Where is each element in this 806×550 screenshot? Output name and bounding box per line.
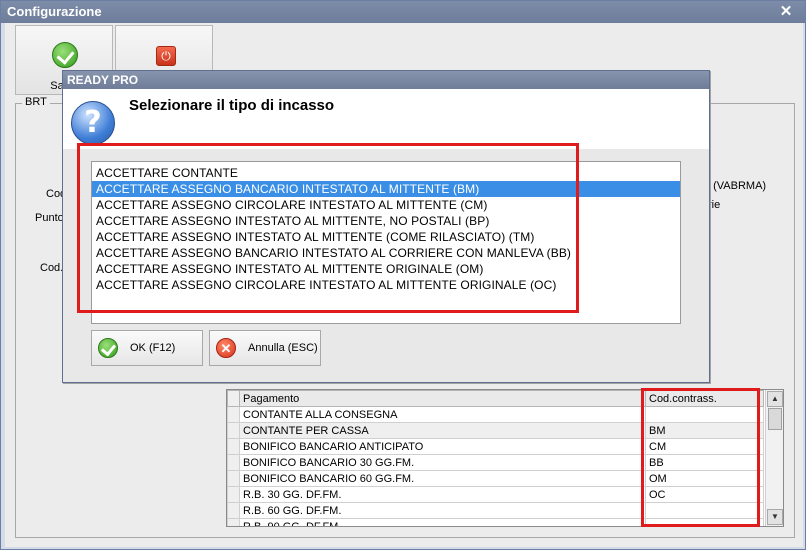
row-indicator-header: [227, 390, 240, 407]
ok-button-label: OK (F12): [130, 342, 176, 354]
row-indicator: [227, 486, 240, 503]
vabrma-label: . (VABRMA): [707, 180, 767, 192]
cell-pagamento[interactable]: BONIFICO BANCARIO 30 GG.FM.: [239, 454, 646, 471]
cell-pagamento[interactable]: CONTANTE ALLA CONSEGNA: [239, 406, 646, 423]
cancel-button[interactable]: ✕ Annulla (ESC): [209, 330, 321, 366]
punto-label: Punto: [35, 212, 64, 224]
question-icon: ?: [71, 101, 115, 145]
dialog-title: READY PRO: [63, 71, 709, 89]
scroll-thumb[interactable]: [768, 408, 782, 430]
cod2-label: Cod.: [40, 262, 64, 274]
window-titlebar: Configurazione ✕: [1, 1, 805, 23]
cancel-button-label: Annulla (ESC): [248, 342, 318, 354]
cell-pagamento[interactable]: BONIFICO BANCARIO 60 GG.FM.: [239, 470, 646, 487]
column-header-pagamento[interactable]: Pagamento: [239, 390, 646, 407]
cell-pagamento[interactable]: R.B. 60 GG. DF.FM.: [239, 502, 646, 519]
dialog-heading: Selezionare il tipo di incasso: [129, 97, 335, 114]
highlight-box-listbox: [77, 143, 579, 313]
cell-pagamento[interactable]: R.B. 30 GG. DF.FM.: [239, 486, 646, 503]
cell-pagamento[interactable]: R.B. 90 GG. DF.FM.: [239, 518, 646, 526]
scroll-down-icon[interactable]: ▼: [767, 509, 783, 525]
dialog-header: ? Selezionare il tipo di incasso: [63, 89, 709, 149]
row-indicator: [227, 518, 240, 526]
row-indicator: [227, 470, 240, 487]
row-indicator: [227, 454, 240, 471]
close-icon[interactable]: ✕: [777, 3, 795, 21]
cell-pagamento[interactable]: CONTANTE PER CASSA: [239, 422, 646, 439]
row-indicator: [227, 438, 240, 455]
ok-check-icon: [98, 338, 118, 358]
brt-group-title: BRT: [22, 96, 50, 108]
highlight-box-cod-column: [641, 388, 760, 527]
scroll-up-icon[interactable]: ▲: [767, 391, 783, 407]
row-indicator: [227, 406, 240, 423]
power-icon: [156, 46, 176, 66]
cell-pagamento[interactable]: BONIFICO BANCARIO ANTICIPATO: [239, 438, 646, 455]
grid-scrollbar[interactable]: ▲ ▼: [765, 390, 783, 526]
row-indicator: [227, 502, 240, 519]
row-indicator: [227, 422, 240, 439]
window-title: Configurazione: [7, 4, 102, 19]
ok-button[interactable]: OK (F12): [91, 330, 203, 366]
cancel-x-icon: ✕: [216, 338, 236, 358]
green-check-icon: [52, 42, 78, 68]
